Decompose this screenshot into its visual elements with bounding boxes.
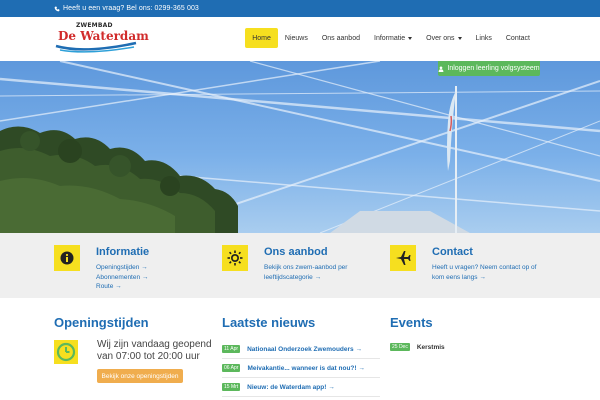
nav-nieuws[interactable]: Nieuws (278, 28, 315, 48)
top-contact-bar: Heeft u een vraag? Bel ons: 0299-365 003 (0, 0, 600, 17)
nav-informatie[interactable]: Informatie (367, 28, 419, 48)
nav-contact-label: Contact (505, 34, 530, 42)
nav-nieuws-label: Nieuws (284, 34, 308, 42)
feature-title[interactable]: Ons aanbod (264, 246, 328, 258)
airplane-icon (390, 245, 416, 271)
logo-small-text: ZWEMBAD (76, 22, 113, 29)
events-list: 25 Dec Kerstmis (390, 340, 545, 354)
news-list: 11 Apr Nationaal Onderzoek Zwemouders → … (222, 340, 380, 397)
nav-home[interactable]: Home (245, 28, 278, 48)
feature-title[interactable]: Informatie (96, 246, 149, 258)
nav-links-label: Links (475, 34, 492, 42)
sun-icon (222, 245, 248, 271)
news-link[interactable]: Meivakantie... wanneer is dat nou?! → (247, 365, 364, 372)
hero-image: Inloggen leerling volgsysteem (0, 61, 600, 233)
news-section: Laatste nieuws (222, 315, 315, 330)
login-student-tracking-button[interactable]: Inloggen leerling volgsysteem (438, 61, 540, 76)
news-item[interactable]: 06 Apr Meivakantie... wanneer is dat nou… (222, 359, 380, 378)
news-link[interactable]: Nationaal Onderzoek Zwemouders → (247, 346, 362, 353)
logo[interactable]: ZWEMBAD De Waterdam (54, 22, 149, 56)
sky-trees-flag-image (0, 61, 600, 233)
clock-icon (54, 340, 78, 364)
link-abonnementen[interactable]: Abonnementen → (96, 273, 216, 283)
nav-contact[interactable]: Contact (499, 28, 537, 48)
nav-over-ons-label: Over ons (426, 34, 455, 42)
link-route[interactable]: Route → (96, 282, 216, 292)
opening-line-1: Wij zijn vandaag geopend (97, 339, 212, 350)
view-opening-hours-button[interactable]: Bekijk onze openingstijden (97, 369, 183, 383)
info-icon (54, 245, 80, 271)
user-icon (438, 65, 444, 72)
feature-description-link[interactable]: Heeft u vragen? Neem contact op of kom e… (432, 263, 550, 282)
nav-home-label: Home (252, 34, 271, 42)
date-badge: 06 Apr (222, 364, 241, 372)
event-title[interactable]: Kerstmis (417, 344, 445, 351)
nav-informatie-label: Informatie (374, 34, 406, 42)
main-nav: Home Nieuws Ons aanbod Informatie Over o… (245, 28, 537, 48)
header: ZWEMBAD De Waterdam Home Nieuws Ons aanb… (0, 17, 600, 61)
link-openingstijden[interactable]: Openingstijden → (96, 263, 216, 273)
opening-hours-title: Openingstijden (54, 315, 149, 330)
event-item[interactable]: 25 Dec Kerstmis (390, 340, 545, 354)
date-badge: 11 Apr (222, 345, 241, 353)
date-badge: 15 Mrt (222, 383, 241, 391)
contact-text: Heeft u een vraag? Bel ons: 0299-365 003 (63, 5, 199, 12)
opening-hours-section: Openingstijden (54, 315, 149, 330)
phone-icon (54, 6, 60, 11)
news-item[interactable]: 15 Mrt Nieuw: de Waterdam app! → (222, 378, 380, 397)
opening-line-2: van 07:00 tot 20:00 uur (97, 351, 200, 362)
wave-icon (55, 41, 137, 53)
news-title: Laatste nieuws (222, 315, 316, 330)
nav-ons-aanbod[interactable]: Ons aanbod (315, 28, 367, 48)
news-item[interactable]: 11 Apr Nationaal Onderzoek Zwemouders → (222, 340, 380, 359)
events-section: Events (390, 315, 433, 330)
events-title: Events (390, 315, 433, 330)
feature-title[interactable]: Contact (432, 246, 473, 258)
nav-ons-aanbod-label: Ons aanbod (321, 34, 360, 42)
feature-links: Openingstijden → Abonnementen → Route → (96, 263, 216, 292)
login-button-label: Inloggen leerling volgsysteem (447, 65, 540, 72)
nav-over-ons[interactable]: Over ons (419, 28, 468, 48)
caret-down-icon (457, 36, 462, 40)
nav-links[interactable]: Links (469, 28, 499, 48)
opening-today-text: Wij zijn vandaag geopend van 07:00 tot 2… (97, 339, 212, 363)
feature-description-link[interactable]: Bekijk ons zwem-aanbod per leeftijdscate… (264, 263, 382, 282)
date-badge: 25 Dec (390, 343, 410, 351)
features-strip: Informatie Openingstijden → Abonnementen… (0, 233, 600, 298)
caret-down-icon (408, 36, 413, 40)
news-link[interactable]: Nieuw: de Waterdam app! → (247, 384, 335, 391)
